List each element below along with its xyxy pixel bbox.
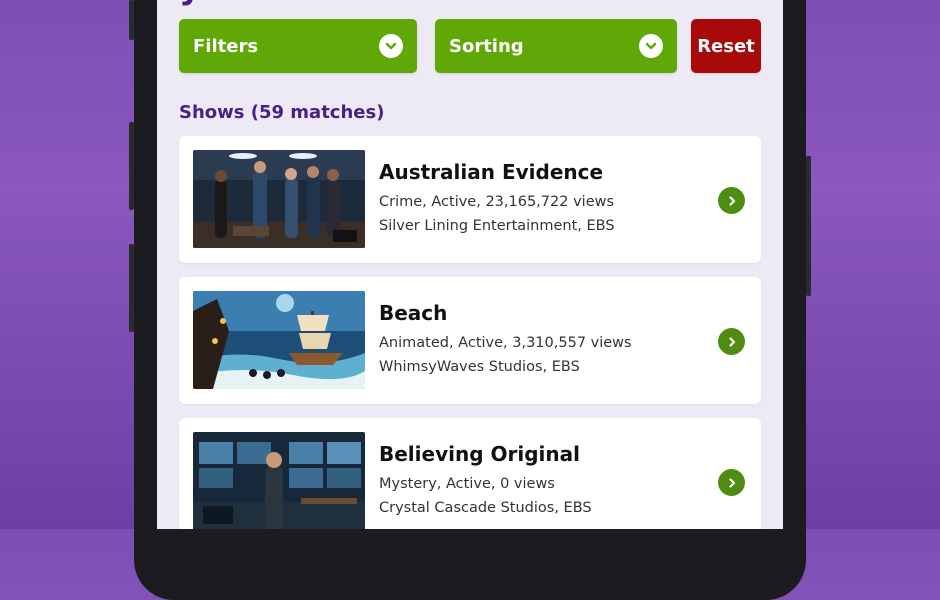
reset-button[interactable]: Reset bbox=[691, 19, 761, 73]
phone-side-button bbox=[129, 122, 134, 210]
show-thumbnail bbox=[193, 291, 365, 389]
show-card[interactable]: Believing Original Mystery, Active, 0 vi… bbox=[179, 418, 761, 529]
show-title: Believing Original bbox=[379, 442, 580, 466]
chevron-right-icon[interactable] bbox=[718, 328, 745, 355]
show-card[interactable]: Beach Animated, Active, 3,310,557 views … bbox=[179, 277, 761, 404]
chevron-right-icon[interactable] bbox=[718, 187, 745, 214]
show-details: Mystery, Active, 0 views bbox=[379, 476, 555, 492]
show-studio: Silver Lining Entertainment, EBS bbox=[379, 218, 615, 234]
show-card[interactable]: Australian Evidence Crime, Active, 23,16… bbox=[179, 136, 761, 263]
reset-label: Reset bbox=[697, 35, 755, 57]
show-details: Crime, Active, 23,165,722 views bbox=[379, 194, 615, 210]
phone-side-button bbox=[806, 156, 811, 296]
show-thumbnail bbox=[193, 432, 365, 529]
filters-label: Filters bbox=[193, 35, 259, 57]
filters-dropdown[interactable]: Filters bbox=[179, 19, 417, 73]
phone-side-button bbox=[129, 244, 134, 332]
show-studio: WhimsyWaves Studios, EBS bbox=[379, 359, 580, 375]
sorting-label: Sorting bbox=[449, 35, 524, 57]
phone-side-button bbox=[129, 0, 134, 40]
chevron-down-icon bbox=[639, 34, 663, 58]
show-details: Animated, Active, 3,310,557 views bbox=[379, 335, 632, 351]
show-thumbnail bbox=[193, 150, 365, 248]
chevron-down-icon bbox=[379, 34, 403, 58]
sorting-dropdown[interactable]: Sorting bbox=[435, 19, 677, 73]
chevron-right-icon[interactable] bbox=[718, 469, 745, 496]
show-studio: Crystal Cascade Studios, EBS bbox=[379, 500, 592, 516]
app-screen: y Filters Sorting Reset Shows (59 matche… bbox=[157, 0, 783, 529]
shows-heading: Shows (59 matches) bbox=[179, 102, 385, 123]
show-title: Beach bbox=[379, 301, 448, 325]
page-title-partial: y bbox=[179, 0, 201, 4]
show-title: Australian Evidence bbox=[379, 160, 604, 184]
